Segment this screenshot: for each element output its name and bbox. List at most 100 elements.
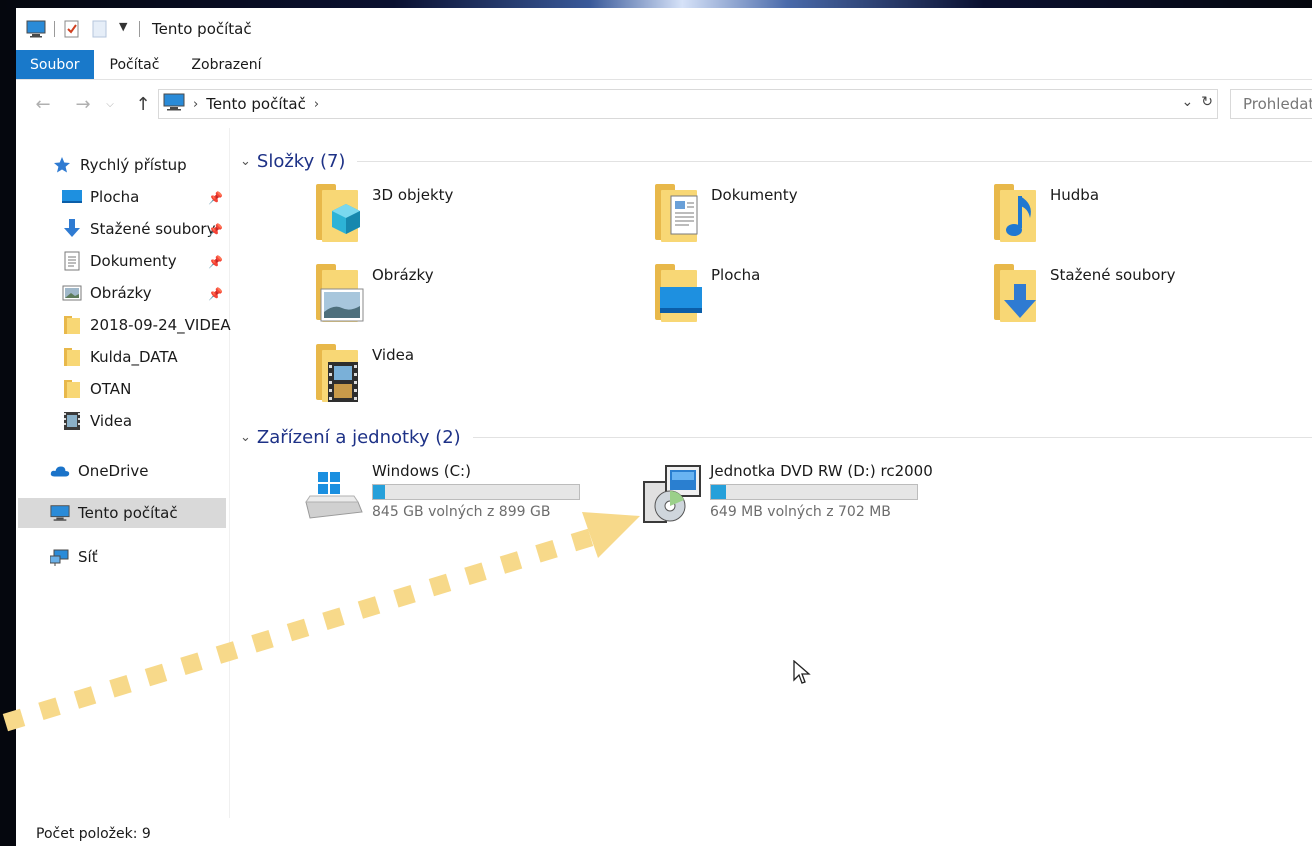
forward-arrow-icon: → <box>75 93 91 115</box>
sidebar-item-downloads[interactable]: Stažené soubory <box>62 214 215 244</box>
drive-label: Windows (C:) <box>372 462 471 480</box>
cloud-icon <box>50 462 70 480</box>
up-button[interactable]: ↑ <box>128 89 158 119</box>
folder-tile-desktop[interactable]: Plocha <box>649 260 760 324</box>
file-explorer-window: ▼ Tento počítač Soubor Počítač Zobrazení… <box>16 8 1312 846</box>
group-divider <box>472 436 1312 438</box>
pin-icon[interactable]: 📌 <box>208 255 223 269</box>
sidebar-item-label: 2018-09-24_VIDEA <box>90 316 231 334</box>
drive-tile-c[interactable]: Windows (C:) 845 GB volných z 899 GB <box>302 462 580 522</box>
dvd-setup-icon <box>640 462 704 526</box>
sidebar-item-label: Stažené soubory <box>90 220 216 238</box>
refresh-icon[interactable]: ↻ <box>1201 94 1213 110</box>
devices-group-header[interactable]: ⌄ Zařízení a jednotky (2) <box>240 422 1312 452</box>
new-folder-icon[interactable] <box>91 20 111 38</box>
group-title: Zařízení a jednotky (2) <box>256 426 461 448</box>
collapse-chevron-icon[interactable]: ⌄ <box>240 154 251 169</box>
pictures-icon <box>62 284 82 302</box>
music-folder-icon <box>988 180 1044 244</box>
sidebar-item-label: Obrázky <box>90 284 152 302</box>
sidebar-item-label: Tento počítač <box>78 504 178 522</box>
chevron-down-icon: ⌵ <box>106 98 114 110</box>
desktop-icon <box>62 188 82 206</box>
folder-icon <box>62 348 82 366</box>
folder-tile-documents[interactable]: Dokumenty <box>649 180 798 244</box>
this-pc-icon[interactable] <box>26 20 46 38</box>
forward-button[interactable]: → <box>68 89 98 119</box>
window-title: Tento počítač <box>152 20 252 38</box>
properties-icon[interactable] <box>63 20 83 38</box>
drive-label: Jednotka DVD RW (D:) rc2000 <box>710 462 933 480</box>
customize-dropdown-icon[interactable]: ▼ <box>119 20 131 38</box>
documents-folder-icon <box>649 180 705 244</box>
recent-locations-button[interactable]: ⌵ <box>102 89 118 119</box>
folder-tile-music[interactable]: Hudba <box>988 180 1099 244</box>
breadcrumb-separator-icon[interactable]: › <box>314 97 319 112</box>
folder-tile-pictures[interactable]: Obrázky <box>310 260 434 324</box>
document-icon <box>62 251 82 271</box>
sidebar-item-kulda-data[interactable]: Kulda_DATA <box>62 342 178 372</box>
sidebar-item-videa-folder[interactable]: 2018-09-24_VIDEA <box>62 310 231 340</box>
address-controls: ⌄ ↻ <box>1182 94 1213 110</box>
pictures-folder-icon <box>310 260 366 324</box>
network-icon <box>50 548 70 566</box>
star-icon <box>52 156 72 174</box>
group-divider <box>357 160 1312 162</box>
drive-usage-fill <box>373 485 386 499</box>
sidebar-item-network[interactable]: Síť <box>50 542 98 572</box>
video-icon <box>62 412 82 430</box>
ribbon-tabs: Soubor Počítač Zobrazení <box>16 50 1312 80</box>
tile-label: Videa <box>372 346 415 364</box>
sidebar-item-videos[interactable]: Videa <box>62 406 132 436</box>
breadcrumb-separator-icon[interactable]: › <box>193 97 198 112</box>
sidebar-item-label: Videa <box>90 412 133 430</box>
folder-icon <box>62 380 82 398</box>
quick-access-separator <box>54 21 55 37</box>
collapse-chevron-icon[interactable]: ⌄ <box>240 430 251 445</box>
sidebar-item-label: Rychlý přístup <box>80 156 187 174</box>
pin-icon[interactable]: 📌 <box>208 287 223 301</box>
status-bar-item-count: Počet položek: 9 <box>36 826 151 842</box>
drive-tile-d[interactable]: Jednotka DVD RW (D:) rc2000 649 MB volný… <box>640 462 933 526</box>
navigation-bar: ← → ⌵ ↑ › Tento počítač › ⌄ ↻ Prohledat <box>16 88 1312 120</box>
folder-tile-3d-objects[interactable]: 3D objekty <box>310 180 453 244</box>
sidebar-item-this-pc[interactable]: Tento počítač <box>18 498 226 528</box>
breadcrumb-this-pc[interactable]: Tento počítač <box>206 95 306 113</box>
hard-drive-icon <box>302 462 364 522</box>
folder-tile-downloads[interactable]: Stažené soubory <box>988 260 1175 324</box>
search-input[interactable]: Prohledat <box>1230 89 1312 119</box>
mouse-cursor-icon <box>793 660 811 684</box>
sidebar-item-label: OTAN <box>90 380 132 398</box>
address-dropdown-icon[interactable]: ⌄ <box>1182 94 1194 110</box>
sidebar-item-pictures[interactable]: Obrázky <box>62 278 152 308</box>
sidebar-item-otan[interactable]: OTAN <box>62 374 131 404</box>
this-pc-icon <box>50 504 70 522</box>
drive-free-space: 649 MB volných z 702 MB <box>710 504 891 520</box>
this-pc-icon <box>163 93 185 115</box>
sidebar-item-documents[interactable]: Dokumenty <box>62 246 177 276</box>
tile-label: Stažené soubory <box>1050 266 1176 284</box>
desktop-folder-icon <box>649 260 705 324</box>
quick-access-separator <box>139 21 140 37</box>
tab-computer[interactable]: Počítač <box>94 50 176 79</box>
drive-usage-fill <box>711 485 727 499</box>
tab-view[interactable]: Zobrazení <box>175 50 277 79</box>
title-bar: ▼ Tento počítač <box>16 8 1312 50</box>
back-button[interactable]: ← <box>28 89 58 119</box>
sidebar-item-quick-access[interactable]: Rychlý přístup <box>52 150 187 180</box>
pin-icon[interactable]: 📌 <box>208 191 223 205</box>
address-bar[interactable]: › Tento počítač › ⌄ ↻ <box>158 89 1218 119</box>
sidebar-item-desktop[interactable]: Plocha <box>62 182 139 212</box>
tile-label: Plocha <box>711 266 761 284</box>
navigation-pane: Rychlý přístup Plocha 📌 Stažené soubory … <box>16 128 231 818</box>
tab-file[interactable]: Soubor <box>16 50 94 79</box>
up-arrow-icon: ↑ <box>135 93 151 115</box>
folders-group-header[interactable]: ⌄ Složky (7) <box>240 146 1312 176</box>
sidebar-item-onedrive[interactable]: OneDrive <box>50 456 149 486</box>
folder-tile-videos[interactable]: Videa <box>310 340 414 404</box>
3d-objects-icon <box>310 180 366 244</box>
tile-label: 3D objekty <box>372 186 454 204</box>
download-icon <box>62 219 82 238</box>
sidebar-item-label: Plocha <box>90 188 140 206</box>
pin-icon[interactable]: 📌 <box>208 223 223 237</box>
